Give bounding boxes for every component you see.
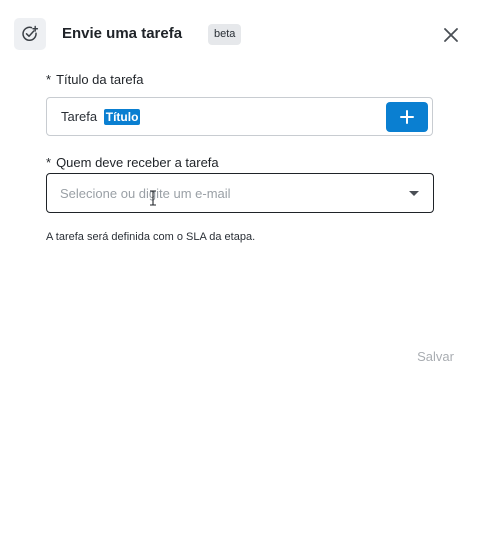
page-title: Envie uma tarefa [62, 25, 183, 42]
task-title-value: Tarefa Título [61, 109, 141, 125]
variable-chip[interactable]: Título [103, 109, 141, 125]
task-title-label-text: Título da tarefa [56, 72, 144, 87]
task-title-input[interactable]: Tarefa Título [46, 97, 433, 136]
required-mark: * [46, 72, 52, 87]
recipient-placeholder: Selecione ou digite um e-mail [60, 186, 231, 201]
add-variable-button[interactable] [386, 102, 428, 132]
beta-badge: beta [208, 24, 242, 45]
plus-icon [400, 110, 414, 124]
save-button[interactable]: Salvar [417, 349, 454, 364]
task-title-label: * Título da tarefa [46, 72, 144, 87]
close-icon [444, 28, 458, 42]
chevron-down-icon[interactable] [409, 191, 419, 196]
required-mark: * [46, 155, 52, 170]
sla-hint: A tarefa será definida com o SLA da etap… [46, 231, 256, 243]
recipient-label: * Quem deve receber a tarefa [46, 155, 219, 170]
task-title-text: Tarefa [61, 109, 98, 124]
panel-header: Envie uma tarefa beta [14, 18, 462, 52]
text-cursor-icon [150, 190, 156, 206]
recipient-select[interactable]: Selecione ou digite um e-mail [46, 173, 434, 213]
task-add-icon [14, 18, 46, 50]
close-button[interactable] [440, 24, 462, 46]
recipient-label-text: Quem deve receber a tarefa [56, 155, 219, 170]
